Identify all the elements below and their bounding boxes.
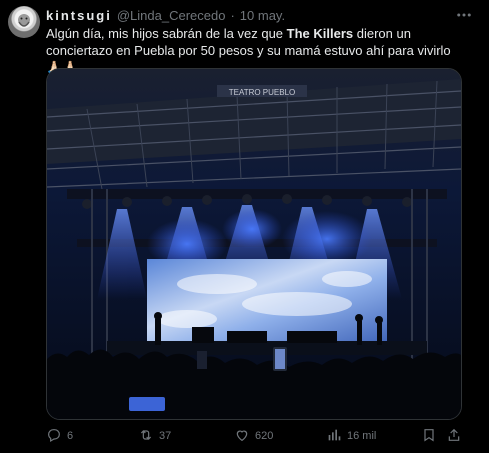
- tweet-text-bold: The Killers: [286, 26, 354, 41]
- bookmark-button[interactable]: [421, 426, 437, 446]
- reply-icon: [46, 427, 62, 446]
- retweet-button[interactable]: 37: [138, 426, 171, 446]
- tweet-actions: 6 37 620 16 mil: [46, 426, 466, 446]
- stage-sign: TEATRO PUEBLO: [229, 88, 296, 97]
- like-icon: [234, 427, 250, 446]
- reply-count: 6: [67, 430, 74, 442]
- avatar[interactable]: [8, 6, 40, 38]
- share-button[interactable]: [446, 426, 462, 446]
- views-icon: [326, 427, 342, 446]
- tweet-header: kintsugi @Linda_Cerecedo · 10 may.: [46, 6, 285, 24]
- retweet-count: 37: [159, 430, 172, 442]
- bookmark-icon: [421, 427, 437, 446]
- like-button[interactable]: 620: [234, 426, 273, 446]
- retweet-icon: [138, 427, 154, 446]
- more-icon[interactable]: [453, 6, 475, 24]
- display-name[interactable]: kintsugi: [46, 8, 112, 23]
- tweet-text-part1: Algún día, mis hijos sabrán de la vez qu…: [46, 26, 287, 41]
- separator-dot: ·: [230, 7, 235, 23]
- tweet-card[interactable]: kintsugi @Linda_Cerecedo · 10 may. Algún…: [0, 0, 489, 453]
- user-handle[interactable]: @Linda_Cerecedo: [117, 8, 226, 23]
- tweet-photo[interactable]: TEATRO PUEBLO: [46, 68, 462, 420]
- views-count: 16 mil: [347, 430, 377, 442]
- share-icon: [446, 427, 462, 446]
- views-button[interactable]: 16 mil: [326, 426, 376, 446]
- tweet-date[interactable]: 10 may.: [240, 8, 285, 23]
- reply-button[interactable]: 6: [46, 426, 73, 446]
- like-count: 620: [255, 430, 274, 442]
